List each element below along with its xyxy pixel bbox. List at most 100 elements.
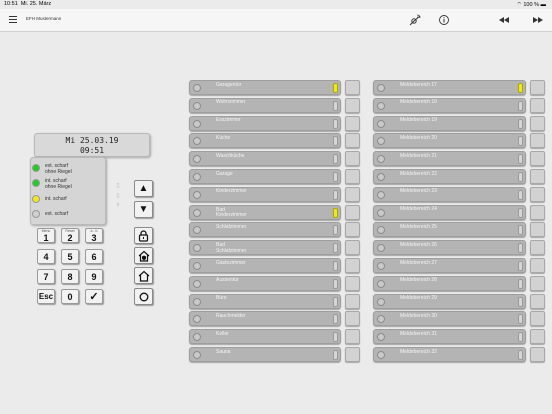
zone-action-button[interactable]	[530, 222, 545, 238]
zone-action-button[interactable]	[345, 169, 360, 184]
zone-row[interactable]: Meldebereich 20	[373, 133, 545, 149]
zone-row[interactable]: Bad Kinderzimmer	[189, 204, 360, 220]
zone-row[interactable]: Wohnzimmer	[189, 97, 360, 113]
key-6[interactable]: 6	[85, 249, 103, 264]
zone-row[interactable]: Meldebereich 18	[373, 97, 545, 113]
zone-row[interactable]: Meldebereich 21	[373, 151, 545, 167]
zone-action-button[interactable]	[345, 311, 360, 327]
zone-bar[interactable]: Bad Schlafzimmer	[189, 240, 341, 256]
zone-bar[interactable]: Meldebereich 21	[373, 151, 526, 167]
zone-action-button[interactable]	[345, 186, 360, 202]
zone-bar[interactable]: Rauchmelder	[189, 311, 341, 327]
zone-row[interactable]: Meldebereich 25	[373, 222, 545, 238]
zone-bar[interactable]: Meldebereich 25	[373, 222, 526, 238]
zone-bar[interactable]: Meldebereich 28	[373, 275, 526, 291]
zone-bar[interactable]: Meldebereich 26	[373, 240, 526, 256]
fast-forward-icon[interactable]	[531, 13, 545, 27]
zone-action-button[interactable]	[530, 97, 545, 113]
lock-button[interactable]	[134, 227, 153, 244]
key-9[interactable]: 9	[85, 269, 103, 284]
zone-row[interactable]: Meldebereich 19	[373, 115, 545, 131]
zone-bar[interactable]: Meldebereich 17	[373, 80, 526, 95]
house-shield-button[interactable]	[134, 247, 153, 264]
zone-bar[interactable]: Meldebereich 30	[373, 311, 526, 327]
zone-action-button[interactable]	[530, 311, 545, 327]
zone-action-button[interactable]	[530, 80, 545, 95]
zone-row[interactable]: Meldebereich 22	[373, 169, 545, 184]
key-7[interactable]: 7	[37, 269, 55, 284]
zone-action-button[interactable]	[345, 97, 360, 113]
zone-row[interactable]: Meldebereich 17	[373, 80, 545, 95]
zone-bar[interactable]: Garagentor	[189, 80, 341, 95]
zone-action-button[interactable]	[530, 293, 545, 309]
zone-row[interactable]: Garage	[189, 169, 360, 184]
zone-bar[interactable]: Meldebereich 32	[373, 347, 526, 362]
house-button[interactable]	[134, 267, 153, 284]
zone-bar[interactable]: Meldebereich 27	[373, 258, 526, 273]
zone-row[interactable]: Schlafzimmer	[189, 222, 360, 238]
zone-action-button[interactable]	[345, 133, 360, 149]
down-button[interactable]: ▼	[134, 201, 153, 218]
zone-row[interactable]: Meldebereich 30	[373, 311, 545, 327]
zone-action-button[interactable]	[530, 169, 545, 184]
zone-row[interactable]: Meldebereich 31	[373, 329, 545, 345]
zone-action-button[interactable]	[530, 258, 545, 273]
key-0[interactable]: 0	[61, 289, 79, 304]
zone-action-button[interactable]	[345, 293, 360, 309]
zone-action-button[interactable]	[530, 275, 545, 291]
zone-action-button[interactable]	[345, 80, 360, 95]
zone-row[interactable]: Meldebereich 23	[373, 186, 545, 202]
zone-action-button[interactable]	[530, 186, 545, 202]
zone-action-button[interactable]	[345, 329, 360, 345]
zone-action-button[interactable]	[345, 258, 360, 273]
zone-bar[interactable]: Waschküche	[189, 151, 341, 167]
zone-action-button[interactable]	[530, 151, 545, 167]
key-8[interactable]: 8	[61, 269, 79, 284]
circle-button[interactable]	[134, 288, 153, 305]
zone-action-button[interactable]	[345, 222, 360, 238]
zone-row[interactable]: Garagentor	[189, 80, 360, 95]
zone-action-button[interactable]	[530, 204, 545, 220]
zone-row[interactable]: Meldebereich 32	[373, 347, 545, 362]
key-1-menu[interactable]: Menu 1	[37, 228, 55, 243]
info-icon[interactable]	[437, 13, 451, 27]
zone-row[interactable]: Küche	[189, 133, 360, 149]
zone-bar[interactable]: Wohnzimmer	[189, 97, 341, 113]
zone-row[interactable]: Meldebereich 26	[373, 240, 545, 256]
zone-bar[interactable]: Sauna	[189, 347, 341, 362]
zone-action-button[interactable]	[345, 240, 360, 256]
menu-icon[interactable]	[9, 16, 17, 23]
zone-bar[interactable]: Meldebereich 31	[373, 329, 526, 345]
zone-bar[interactable]: Esszimmer	[189, 115, 341, 131]
zone-bar[interactable]: Meldebereich 23	[373, 186, 526, 202]
wireless-icon[interactable]	[408, 13, 422, 27]
zone-row[interactable]: Keller	[189, 329, 360, 345]
key-ok[interactable]: ✓	[85, 289, 103, 304]
zone-row[interactable]: Büro	[189, 293, 360, 309]
zone-bar[interactable]: Küche	[189, 133, 341, 149]
zone-action-button[interactable]	[530, 347, 545, 362]
zone-row[interactable]: Waschküche	[189, 151, 360, 167]
zone-row[interactable]: Kinderzimmer	[189, 186, 360, 202]
zone-bar[interactable]: Gästezimmer	[189, 258, 341, 273]
zone-bar[interactable]: Keller	[189, 329, 341, 345]
zone-row[interactable]: Aussentür	[189, 275, 360, 291]
key-4[interactable]: 4	[37, 249, 55, 264]
key-esc[interactable]: Esc	[37, 289, 55, 304]
zone-action-button[interactable]	[530, 115, 545, 131]
key-5[interactable]: 5	[61, 249, 79, 264]
zone-bar[interactable]: Meldebereich 24	[373, 204, 526, 220]
zone-bar[interactable]: Büro	[189, 293, 341, 309]
zone-row[interactable]: Esszimmer	[189, 115, 360, 131]
up-button[interactable]: ▲	[134, 180, 153, 197]
zone-action-button[interactable]	[345, 151, 360, 167]
zone-bar[interactable]: Kinderzimmer	[189, 186, 341, 202]
zone-bar[interactable]: Meldebereich 19	[373, 115, 526, 131]
zone-row[interactable]: Gästezimmer	[189, 258, 360, 273]
zone-action-button[interactable]	[345, 204, 360, 220]
zone-action-button[interactable]	[530, 240, 545, 256]
zone-bar[interactable]: Schlafzimmer	[189, 222, 341, 238]
zone-bar[interactable]: Meldebereich 20	[373, 133, 526, 149]
zone-bar[interactable]: Meldebereich 22	[373, 169, 526, 184]
zone-action-button[interactable]	[345, 115, 360, 131]
